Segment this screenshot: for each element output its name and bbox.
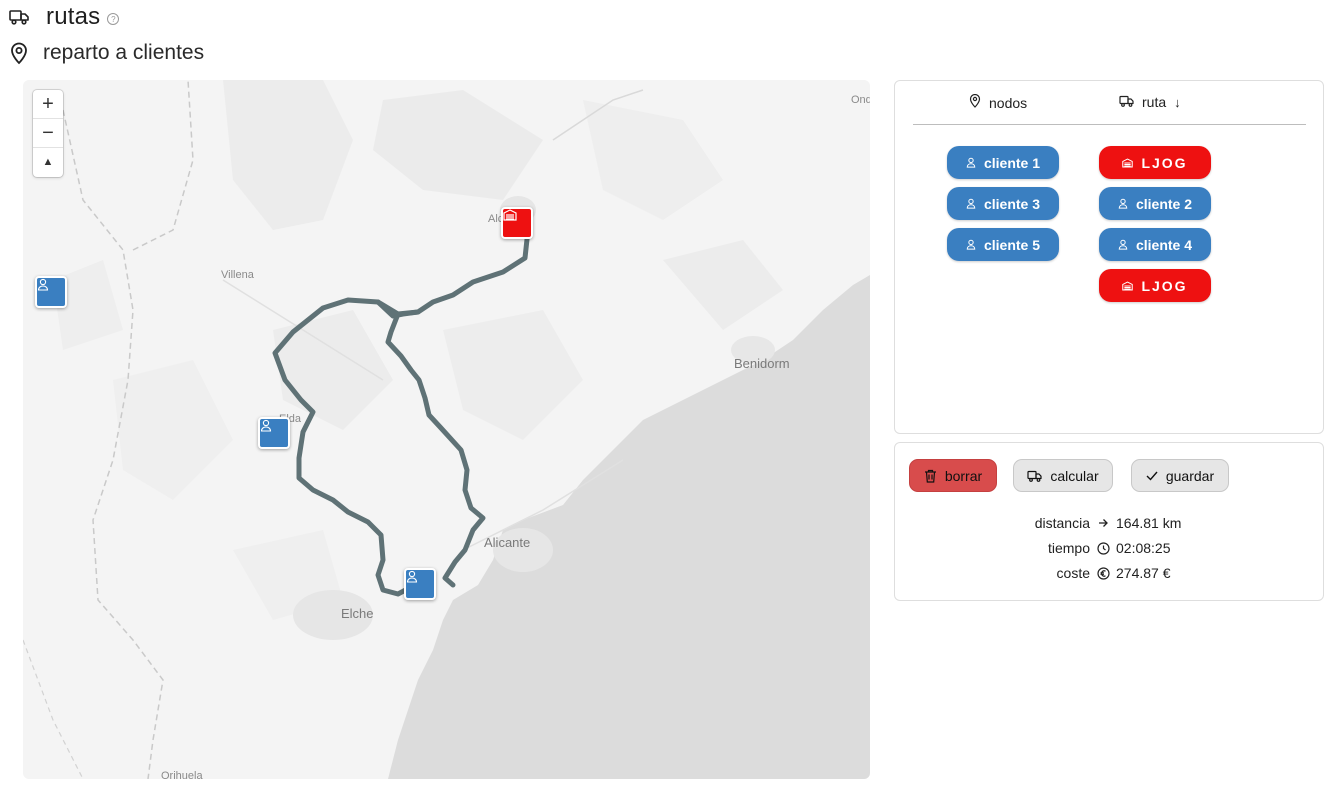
euro-icon [1090, 566, 1116, 580]
calculate-button-label: calcular [1050, 467, 1099, 484]
zoom-out-button[interactable]: − [33, 119, 63, 148]
warehouse-icon [1122, 281, 1134, 291]
route-chip-label: cliente 2 [1135, 195, 1193, 212]
page-title: rutas [46, 3, 101, 30]
map-controls: + − ▲ [33, 90, 63, 177]
trash-icon [924, 469, 937, 483]
map-label-ond: Ond [851, 94, 870, 106]
save-button-label: guardar [1165, 467, 1215, 484]
map-pin-icon [8, 42, 30, 65]
stat-distance: distancia 164.81 km [895, 515, 1325, 531]
route-map[interactable]: Alcoy Villena Elda Benidorm Alicante Elc… [23, 80, 870, 779]
compass-icon: ▲ [42, 156, 54, 168]
stat-cost-value: 274.87 € [1116, 565, 1171, 581]
map-label-villena: Villena [221, 269, 254, 281]
route-chip-cliente-2[interactable]: cliente 2 [1099, 187, 1211, 220]
route-chip-depot-end[interactable]: LJOG [1099, 269, 1211, 302]
map-pin-icon [969, 93, 981, 111]
map-pin-depot[interactable] [501, 207, 533, 239]
save-button[interactable]: guardar [1131, 459, 1229, 492]
route-chip-label: cliente 4 [1135, 236, 1193, 253]
map-pin-customer[interactable] [404, 568, 436, 600]
tab-ruta-label: ruta [1142, 94, 1167, 110]
zoom-in-button[interactable]: + [33, 90, 63, 119]
panel-tabs: nodos ruta ↓ [913, 81, 1306, 125]
route-chip-depot-start[interactable]: LJOG [1099, 146, 1211, 179]
map-pin-customer[interactable] [35, 276, 67, 308]
stat-time-key: tiempo [1047, 540, 1090, 556]
tab-nodos[interactable]: nodos [969, 93, 1028, 111]
page-header: rutas ? [8, 2, 120, 32]
stat-distance-value: 164.81 km [1116, 515, 1182, 531]
calculate-button[interactable]: calcular [1013, 459, 1113, 492]
map-label-alicante: Alicante [484, 535, 531, 550]
truck-icon [1119, 94, 1134, 110]
node-chip-cliente-3[interactable]: cliente 3 [947, 187, 1059, 220]
user-icon [1118, 198, 1128, 209]
tab-ruta[interactable]: ruta ↓ [1119, 94, 1181, 110]
map-label-elche: Elche [341, 606, 374, 621]
compass-button[interactable]: ▲ [33, 148, 63, 177]
page-subtitle: reparto a clientes [43, 41, 205, 64]
help-icon[interactable]: ? [107, 13, 120, 25]
check-icon [1146, 471, 1158, 481]
route-chip-label: LJOG [1141, 277, 1188, 294]
actions-panel: borrar calcular guardar distancia 164.81… [894, 442, 1324, 601]
map-label-orihuela: Orihuela [161, 770, 203, 779]
stat-time: tiempo 02:08:25 [895, 540, 1325, 556]
truck-icon [8, 6, 30, 28]
map-label-benidorm: Benidorm [734, 356, 790, 371]
node-chip-label: cliente 5 [983, 236, 1041, 253]
map-canvas [23, 80, 870, 779]
user-icon [966, 198, 976, 209]
user-icon [966, 239, 976, 250]
route-chip-label: LJOG [1141, 154, 1188, 171]
arrow-right-icon [1090, 518, 1116, 528]
route-chip-cliente-4[interactable]: cliente 4 [1099, 228, 1211, 261]
user-icon [966, 157, 976, 168]
node-chip-label: cliente 1 [983, 154, 1041, 171]
clock-icon [1090, 541, 1116, 555]
stat-cost-key: coste [1056, 565, 1090, 581]
tab-nodos-label: nodos [989, 94, 1028, 111]
nodes-route-panel: nodos ruta ↓ cliente 1 cliente 3 cliente… [894, 80, 1324, 434]
node-chip-cliente-1[interactable]: cliente 1 [947, 146, 1059, 179]
delete-button-label: borrar [944, 467, 983, 484]
map-pin-customer[interactable] [258, 417, 290, 449]
delete-button[interactable]: borrar [909, 459, 997, 492]
stat-cost: coste 274.87 € [895, 565, 1325, 581]
truck-icon [1027, 470, 1042, 482]
page-subheader: reparto a clientes [8, 38, 204, 68]
stat-distance-key: distancia [1034, 515, 1090, 531]
node-chip-label: cliente 3 [983, 195, 1041, 212]
user-icon [1118, 239, 1128, 250]
node-chip-cliente-5[interactable]: cliente 5 [947, 228, 1059, 261]
sort-down-icon[interactable]: ↓ [1174, 95, 1181, 110]
stat-time-value: 02:08:25 [1116, 540, 1171, 556]
warehouse-icon [1122, 158, 1134, 168]
